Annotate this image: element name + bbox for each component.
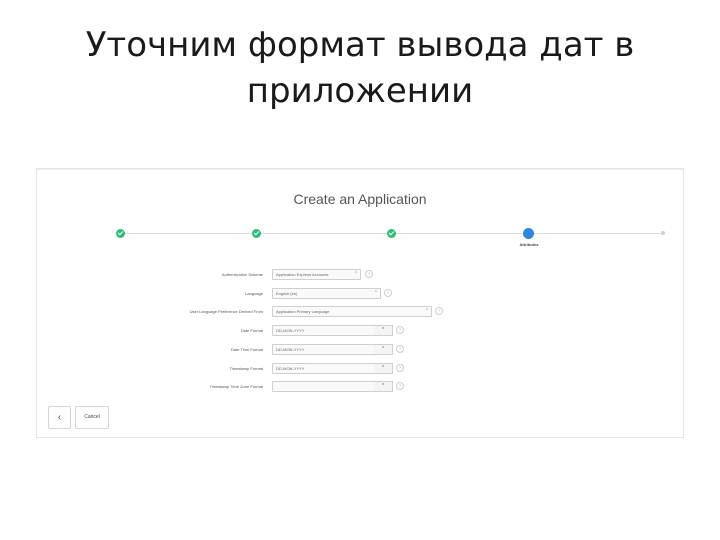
wizard-step-2-done-icon[interactable] [252,229,261,238]
chevron-left-icon: ‹ [57,412,62,423]
form-row-timestamp-tz-format: Timestamp Time Zone Format ^ ? [37,381,683,392]
field-label: Language [245,291,263,296]
slide-title-line-2: приложении [246,71,474,111]
date-time-format-input[interactable]: DD-MON-YYYY [272,344,375,355]
field-value: Application Express Accounts [276,272,329,277]
wizard-current-step-label: Attributes [519,242,539,247]
authentication-scheme-select[interactable]: Application Express Accounts ⌃ [272,269,361,280]
field-label: Authentication Scheme [221,272,263,277]
timestamp-tz-format-lov-button[interactable]: ^ [374,381,393,392]
field-value: Application Primary Language [276,309,330,314]
date-format-input[interactable]: DD-MON-YYYY [272,325,375,336]
back-button[interactable]: ‹ [48,406,71,429]
select-chevron-icon: ⌃ [353,271,358,277]
field-value: DD-MON-YYYY [276,347,305,352]
help-icon[interactable]: ? [396,326,404,334]
help-icon[interactable]: ? [435,307,443,315]
form-row-date-format: Date Format DD-MON-YYYY ^ ? [37,325,683,336]
field-label: Date Format [240,328,263,333]
field-value: DD-MON-YYYY [276,328,305,333]
field-label: Timestamp Time Zone Format [209,384,263,389]
select-chevron-icon: ⌃ [424,308,429,314]
wizard-step-1-done-icon[interactable] [116,229,125,238]
select-chevron-icon: ⌃ [373,290,378,296]
wizard-step-3-done-icon[interactable] [387,229,396,238]
slide-title: Уточним формат вывода дат в приложении [0,22,720,114]
form-row-timestamp-format: Timestamp Format DD-MON-YYYY ^ ? [37,363,683,374]
timestamp-format-input[interactable]: DD-MON-YYYY [272,363,375,374]
wizard-step-5-pending-icon[interactable] [661,231,665,235]
app-screenshot: Create an Application Attributes Authent… [36,168,684,438]
user-language-preference-select[interactable]: Application Primary Language ⌃ [272,306,432,317]
date-format-lov-button[interactable]: ^ [374,325,393,336]
date-time-format-lov-button[interactable]: ^ [374,344,393,355]
help-icon[interactable]: ? [396,364,404,372]
timestamp-tz-format-input[interactable] [272,381,375,392]
wizard-step-4-current-icon[interactable] [523,228,534,239]
language-select[interactable]: English (en) ⌃ [272,288,381,299]
form-row-date-time-format: Date Time Format DD-MON-YYYY ^ ? [37,344,683,355]
field-label: Timestamp Format [229,366,263,371]
form-row-language: Language English (en) ⌃ ? [37,288,683,299]
slide-title-line-1: Уточним формат вывода дат в [85,25,635,65]
field-value: DD-MON-YYYY [276,366,305,371]
field-label: Date Time Format [230,347,263,352]
timestamp-format-lov-button[interactable]: ^ [374,363,393,374]
field-label: User Language Preference Derived From [189,309,263,314]
help-icon[interactable]: ? [384,289,392,297]
help-icon[interactable]: ? [396,345,404,353]
form-row-user-language-preference: User Language Preference Derived From Ap… [37,306,683,317]
field-value: English (en) [276,291,298,296]
wizard-title: Create an Application [293,191,427,207]
form-row-authentication-scheme: Authentication Scheme Application Expres… [37,269,683,280]
help-icon[interactable]: ? [365,270,373,278]
cancel-button[interactable]: Cancel [75,406,109,429]
help-icon[interactable]: ? [396,382,404,390]
